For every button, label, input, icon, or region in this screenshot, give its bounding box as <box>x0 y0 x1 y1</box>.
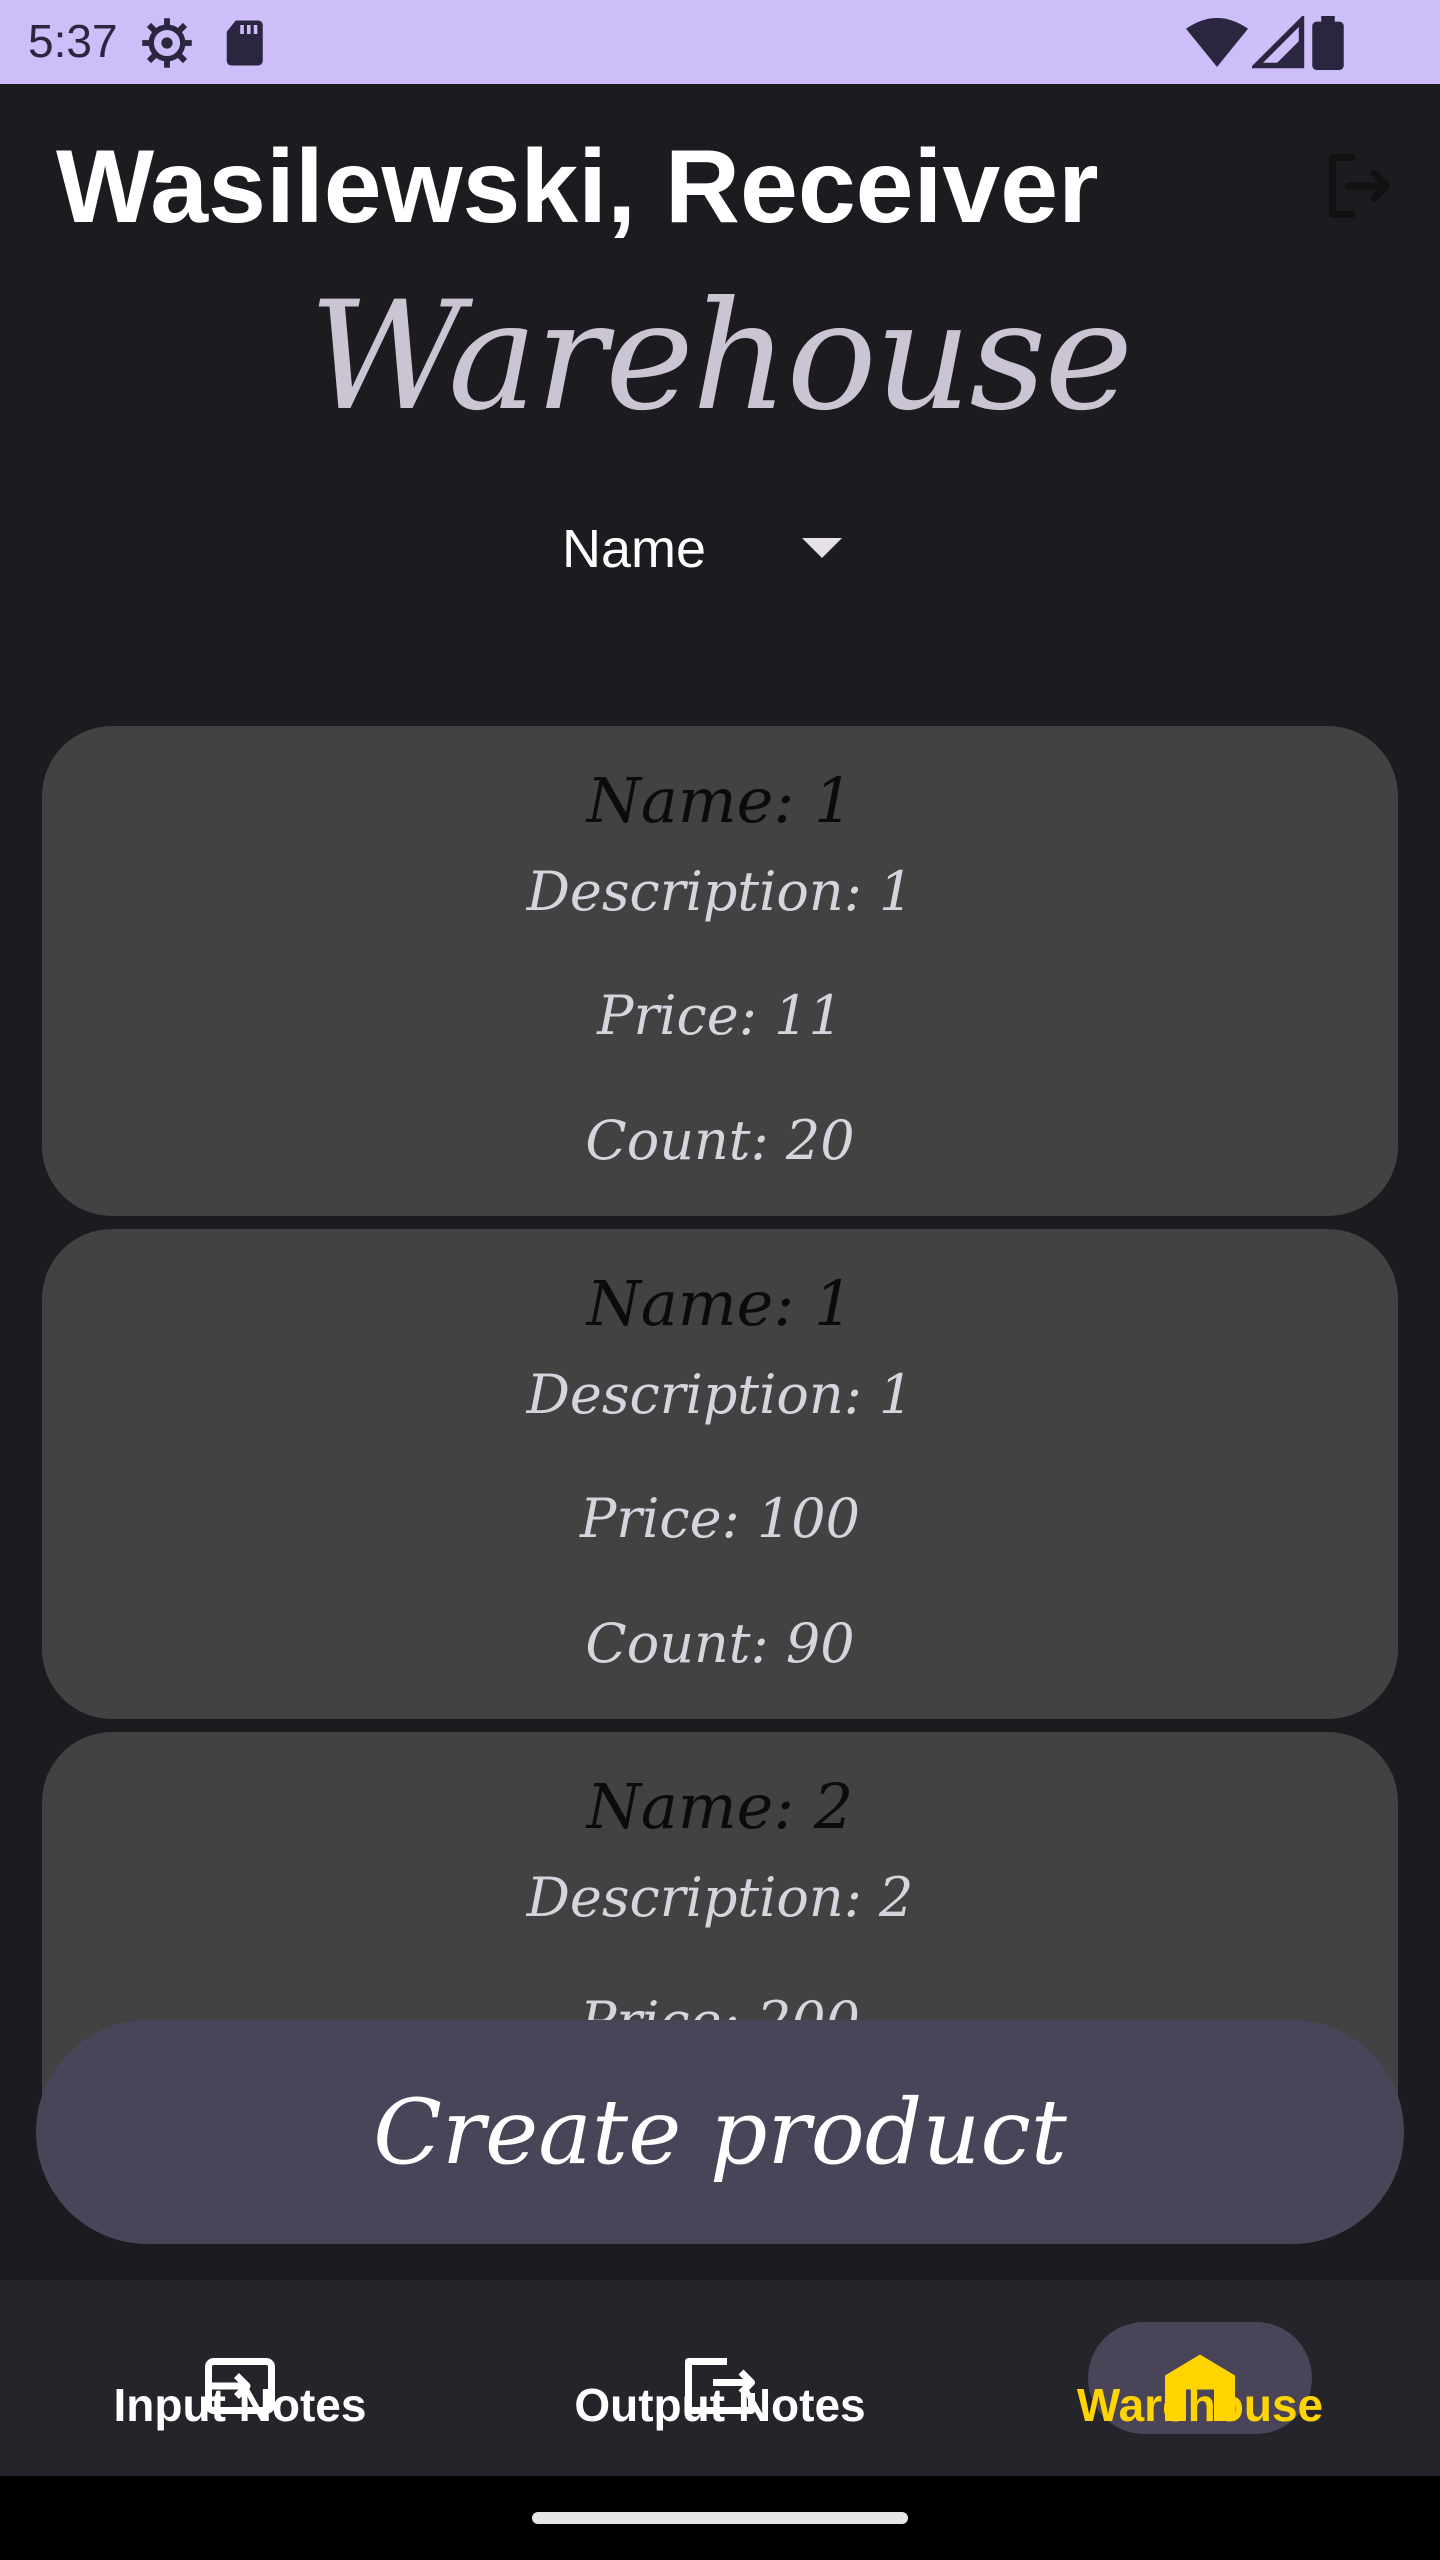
product-description: Description: 2 <box>526 1866 914 1929</box>
nav-item-warehouse[interactable]: Warehouse <box>960 2280 1440 2476</box>
product-description: Description: 1 <box>526 1363 914 1426</box>
sort-selected-value: Name <box>562 519 707 579</box>
nav-item-input-notes[interactable]: Input Notes <box>0 2280 480 2476</box>
product-price: Price: 11 <box>597 984 843 1047</box>
status-bar: 5:37 <box>0 0 1440 84</box>
cell-signal-icon <box>1249 13 1306 70</box>
product-count: Count: 20 <box>585 1109 855 1172</box>
product-description: Description: 1 <box>526 860 914 923</box>
product-name: Name: 1 <box>586 1267 854 1340</box>
sort-dropdown[interactable]: Name <box>540 504 900 594</box>
nav-label: Input Notes <box>113 2379 367 2431</box>
screen-title: Warehouse <box>308 270 1133 444</box>
product-name: Name: 1 <box>586 764 854 837</box>
product-name: Name: 2 <box>586 1770 854 1843</box>
settings-icon <box>140 16 194 70</box>
product-card[interactable]: Name: 1 Description: 1 Price: 100 Count:… <box>42 1229 1398 1719</box>
home-handle[interactable] <box>532 2512 908 2524</box>
battery-icon <box>1310 16 1346 70</box>
logout-icon <box>1320 148 1396 228</box>
sd-card-icon <box>220 16 274 70</box>
nav-item-output-notes[interactable]: Output Notes <box>480 2280 960 2476</box>
nav-label: Warehouse <box>1076 2379 1324 2431</box>
status-time: 5:37 <box>28 15 118 67</box>
product-card[interactable]: Name: 1 Description: 1 Price: 11 Count: … <box>42 726 1398 1216</box>
nav-label: Output Notes <box>574 2379 866 2431</box>
product-count: Count: 90 <box>585 1612 855 1675</box>
gesture-bar <box>0 2476 1440 2560</box>
logout-button[interactable] <box>1310 140 1406 236</box>
bottom-navigation: Input Notes Output Notes Warehouse <box>0 2280 1440 2476</box>
wifi-icon <box>1186 16 1248 70</box>
dropdown-arrow-icon <box>802 538 842 564</box>
create-product-button[interactable]: Create product <box>36 2020 1404 2244</box>
product-price: Price: 100 <box>579 1487 861 1550</box>
user-title: Wasilewski, Receiver <box>56 129 1099 245</box>
product-list[interactable]: Name: 1 Description: 1 Price: 11 Count: … <box>42 726 1398 2096</box>
